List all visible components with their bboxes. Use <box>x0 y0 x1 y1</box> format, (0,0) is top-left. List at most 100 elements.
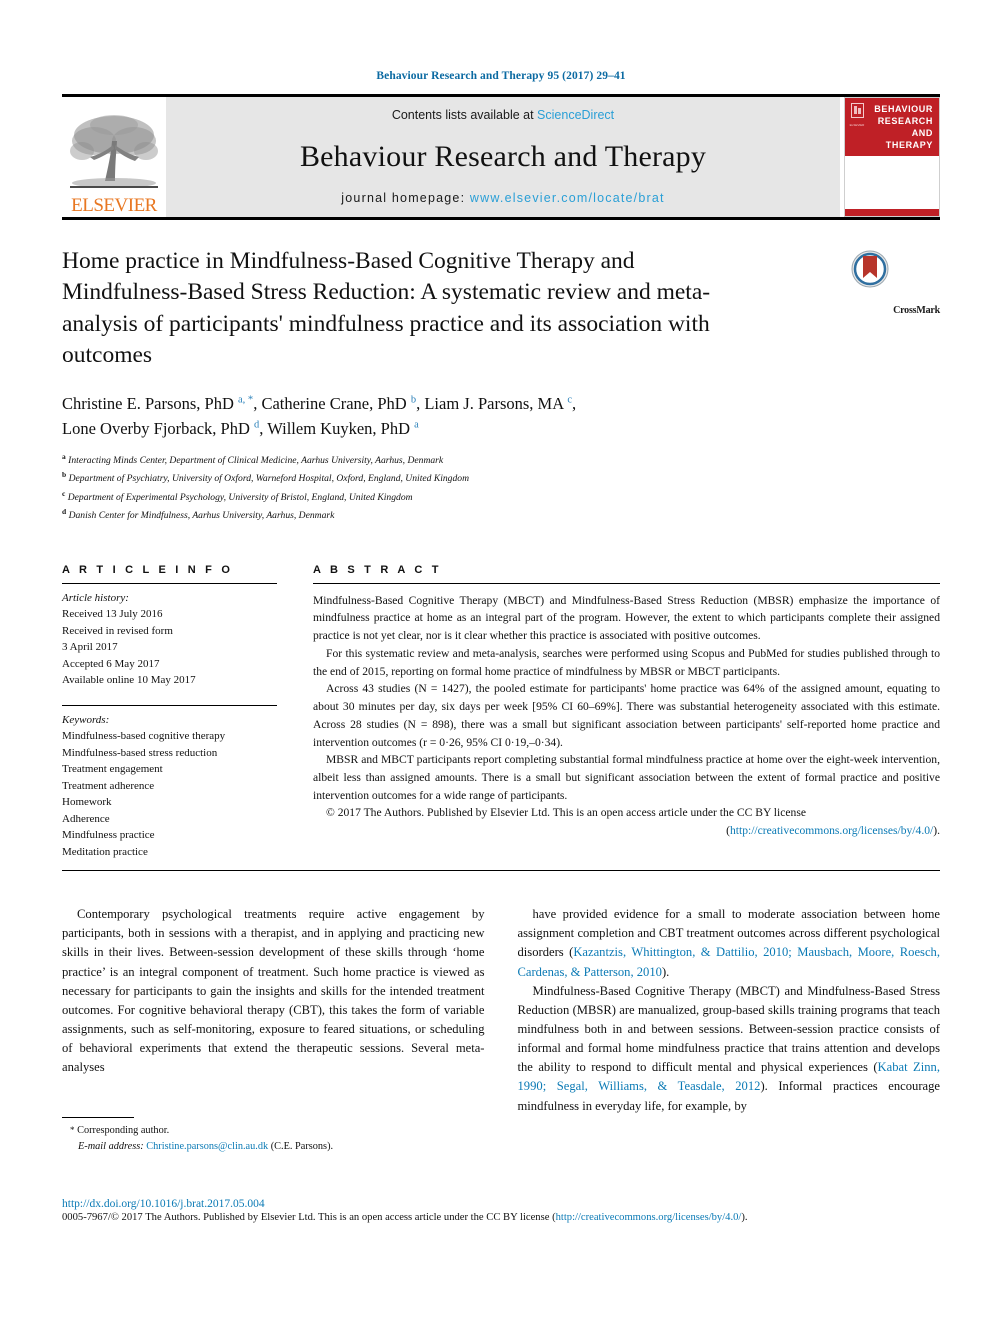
keyword-item: Adherence <box>62 812 110 825</box>
crossmark-badge[interactable]: CrossMark <box>830 246 940 372</box>
cover-title: BEHAVIOUR RESEARCH AND THERAPY <box>865 103 935 152</box>
corresponding-email-link[interactable]: Christine.parsons@clin.au.dk <box>146 1141 268 1152</box>
article-info-column: A R T I C L E I N F O Article history: R… <box>62 564 277 861</box>
keyword-item: Homework <box>62 796 112 809</box>
journal-homepage-line: journal homepage: www.elsevier.com/locat… <box>341 191 664 205</box>
affiliation-marker: d <box>62 506 67 516</box>
abstract-paragraph: Mindfulness-Based Cognitive Therapy (MBC… <box>313 593 940 643</box>
cover-title-line-1: BEHAVIOUR <box>874 104 933 114</box>
contents-available-line: Contents lists available at ScienceDirec… <box>392 108 614 122</box>
affiliation-item: a Interacting Minds Center, Department o… <box>62 451 940 469</box>
citation-link[interactable]: Kazantzis, Whittington, & Dattilio, 2010… <box>518 945 941 978</box>
affiliation-text: Department of Experimental Psychology, U… <box>67 491 413 503</box>
issn-suffix: ). <box>741 1212 748 1223</box>
abstract-body: Mindfulness-Based Cognitive Therapy (MBC… <box>313 584 940 840</box>
cover-header: ELSEVIER BEHAVIOUR RESEARCH AND THERAPY <box>845 98 939 156</box>
author-1-sup[interactable]: a, * <box>238 394 253 405</box>
author-1-name: Christine E. Parsons, PhD <box>62 393 239 413</box>
author-sep-3: , <box>572 393 577 413</box>
cover-body <box>845 156 939 209</box>
issn-prefix: 0005-7967/© 2017 The Authors. Published … <box>62 1212 556 1223</box>
footnote-corresponding-text: Corresponding author. <box>77 1125 170 1137</box>
journal-article-page: Behaviour Research and Therapy 95 (2017)… <box>0 0 992 1323</box>
crossmark-label: CrossMark <box>893 305 940 317</box>
body-text-post: ). <box>661 964 670 979</box>
body-paragraph: Mindfulness-Based Cognitive Therapy (MBC… <box>518 982 941 1116</box>
keywords-label: Keywords: <box>62 713 110 726</box>
history-item: 3 April 2017 <box>62 641 118 654</box>
doi-link[interactable]: http://dx.doi.org/10.1016/j.brat.2017.05… <box>62 1198 940 1210</box>
body-column-right: have provided evidence for a small to mo… <box>518 905 941 1154</box>
footnote-rule <box>62 1117 134 1119</box>
author-line-1: Christine E. Parsons, PhD a, *, Catherin… <box>62 392 940 417</box>
elsevier-tree-icon <box>70 115 158 188</box>
footnote-email-line: E-mail address: Christine.parsons@clin.a… <box>70 1139 485 1154</box>
abstract-copyright: © 2017 The Authors. Published by Elsevie… <box>313 804 940 822</box>
article-info-heading: A R T I C L E I N F O <box>62 563 234 576</box>
cover-mark-label: ELSEVIER <box>849 123 865 127</box>
author-4-name: Lone Overby Fjorback, PhD <box>62 418 255 438</box>
page-footer: http://dx.doi.org/10.1016/j.brat.2017.05… <box>62 1198 940 1223</box>
email-owner: (C.E. Parsons). <box>270 1140 334 1152</box>
affiliation-text: Danish Center for Mindfulness, Aarhus Un… <box>68 509 335 521</box>
journal-cover-thumbnail[interactable]: ELSEVIER BEHAVIOUR RESEARCH AND THERAPY <box>844 97 940 217</box>
elsevier-logo: ELSEVIER <box>62 97 166 217</box>
affiliation-text: Interacting Minds Center, Department of … <box>68 455 444 467</box>
keyword-item: Treatment engagement <box>62 763 163 776</box>
author-sep-1: , Catherine Crane, PhD <box>253 393 411 413</box>
body-columns: Contemporary psychological treatments re… <box>62 905 940 1154</box>
cc-license-link[interactable]: http://creativecommons.org/licenses/by/4… <box>730 824 933 837</box>
abstract-paragraph: Across 43 studies (N = 1427), the pooled… <box>313 682 940 749</box>
author-5-sup[interactable]: a <box>414 419 419 430</box>
title-column: Home practice in Mindfulness-Based Cogni… <box>62 246 830 372</box>
affiliation-marker: b <box>62 470 67 480</box>
abstract-column: A B S T R A C T Mindfulness-Based Cognit… <box>313 564 940 861</box>
footnote-body: * Corresponding author. E-mail address: … <box>62 1123 485 1154</box>
body-paragraph: Contemporary psychological treatments re… <box>62 907 485 1075</box>
abstract-paragraph: MBSR and MBCT participants report comple… <box>313 753 940 802</box>
abstract-paragraph: For this systematic review and meta-anal… <box>313 646 940 678</box>
copyright-text: © 2017 The Authors. Published by Elsevie… <box>326 806 806 820</box>
license-close-paren: ). <box>933 824 940 838</box>
corresponding-author-footnote: * Corresponding author. E-mail address: … <box>62 1117 485 1154</box>
footer-license-link[interactable]: http://creativecommons.org/licenses/by/4… <box>556 1212 742 1223</box>
keyword-item: Meditation practice <box>62 845 148 858</box>
affiliation-text: Department of Psychiatry, University of … <box>68 473 469 485</box>
body-paragraph: have provided evidence for a small to mo… <box>518 905 941 982</box>
page-content: Behaviour Research and Therapy 95 (2017)… <box>62 0 940 1154</box>
sciencedirect-link[interactable]: ScienceDirect <box>537 108 614 122</box>
journal-homepage-link[interactable]: www.elsevier.com/locate/brat <box>470 191 665 205</box>
footnote-corresponding-line: * Corresponding author. <box>70 1123 485 1138</box>
article-history-group: Article history: Received 13 July 2016 R… <box>62 584 277 689</box>
crossmark-icon <box>851 250 889 288</box>
cover-title-line-2: RESEARCH AND <box>877 116 933 139</box>
journal-masthead: ELSEVIER Contents lists available at Sci… <box>62 97 940 217</box>
history-item: Received 13 July 2016 <box>62 608 163 621</box>
history-item: Accepted 6 May 2017 <box>62 657 160 670</box>
author-sep-2: , Liam J. Parsons, MA <box>416 393 568 413</box>
history-item: Available online 10 May 2017 <box>62 674 196 687</box>
article-title: Home practice in Mindfulness-Based Cogni… <box>62 248 711 369</box>
affiliation-item: b Department of Psychiatry, University o… <box>62 469 940 487</box>
contents-prefix: Contents lists available at <box>391 108 538 122</box>
author-line-2: Lone Overby Fjorback, PhD d, Willem Kuyk… <box>62 417 940 442</box>
title-block: Home practice in Mindfulness-Based Cogni… <box>62 220 940 372</box>
affiliation-item: d Danish Center for Mindfulness, Aarhus … <box>62 506 940 524</box>
running-head: Behaviour Research and Therapy 95 (2017)… <box>376 70 626 82</box>
info-abstract-section: A R T I C L E I N F O Article history: R… <box>62 564 940 861</box>
author-sep-4: , Willem Kuyken, PhD <box>259 418 415 438</box>
masthead-center: Contents lists available at ScienceDirec… <box>166 97 840 217</box>
abstract-end-rule <box>62 870 940 872</box>
email-address-label: E-mail address: <box>78 1140 144 1152</box>
homepage-prefix: journal homepage: <box>341 191 470 205</box>
cover-title-line-3: THERAPY <box>885 140 933 151</box>
cover-elsevier-mark-icon: ELSEVIER <box>849 103 865 133</box>
affiliation-item: c Department of Experimental Psychology,… <box>62 488 940 506</box>
keyword-item: Mindfulness-based cognitive therapy <box>62 730 226 743</box>
abstract-heading: A B S T R A C T <box>313 563 442 576</box>
affiliation-marker: c <box>62 488 66 498</box>
keyword-item: Mindfulness-based stress reduction <box>62 746 218 759</box>
history-item: Received in revised form <box>62 624 173 637</box>
keyword-item: Mindfulness practice <box>62 829 155 842</box>
affiliation-marker: a <box>62 452 66 462</box>
